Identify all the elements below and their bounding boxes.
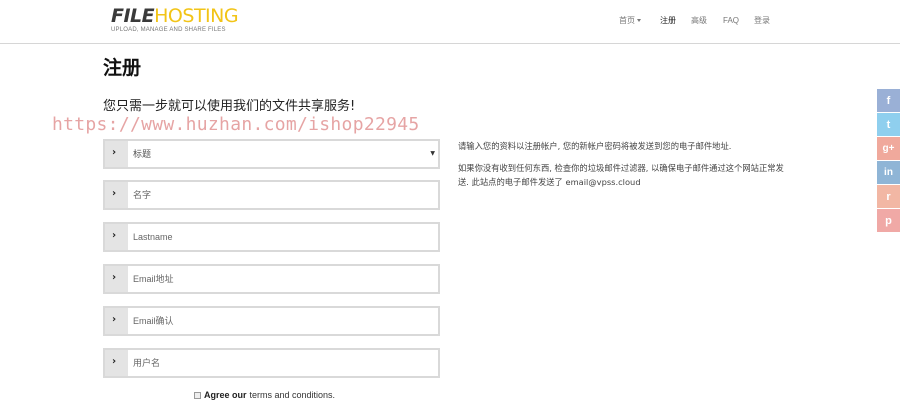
chevron-right-icon: ›: [105, 350, 128, 376]
info-line-1: 请输入您的资料以注册帐户, 您的新帐户密码将被发送到您的电子邮件地址.: [458, 141, 732, 151]
logo-file: FILE: [111, 5, 155, 27]
email-field[interactable]: ›: [103, 264, 440, 294]
facebook-icon[interactable]: f: [877, 89, 900, 112]
title-select-value: 标题: [133, 149, 152, 159]
logo-tagline: UPLOAD, MANAGE AND SHARE FILES: [111, 27, 226, 33]
nav-home[interactable]: 首页: [619, 14, 642, 28]
logo[interactable]: FILEHOSTING UPLOAD, MANAGE AND SHARE FIL…: [111, 5, 239, 33]
first-name-field[interactable]: ›: [103, 180, 440, 210]
google-plus-icon[interactable]: g+: [877, 137, 900, 160]
username-input[interactable]: [133, 353, 433, 373]
last-name-input[interactable]: [133, 227, 433, 247]
chevron-right-icon: ›: [105, 182, 128, 208]
main-nav: 首页 注册 高级 FAQ 登录: [619, 14, 770, 28]
dropdown-caret-icon: ▼: [430, 150, 435, 157]
page-title: 注册: [103, 57, 142, 79]
email-confirm-input[interactable]: [133, 311, 433, 331]
agree-label: Agree our: [204, 390, 247, 400]
pinterest-icon[interactable]: p: [877, 209, 900, 232]
watermark: https://www.huzhan.com/ishop22945: [52, 114, 420, 135]
agree-terms: Agree our terms and conditions.: [194, 390, 335, 400]
logo-hosting: HOSTING: [154, 5, 239, 27]
email-confirm-field[interactable]: ›: [103, 306, 440, 336]
chevron-right-icon: ›: [105, 141, 128, 167]
last-name-field[interactable]: ›: [103, 222, 440, 252]
first-name-input[interactable]: [133, 185, 433, 205]
username-field[interactable]: ›: [103, 348, 440, 378]
info-panel: 请输入您的资料以注册帐户, 您的新帐户密码将被发送到您的电子邮件地址. 如果你没…: [458, 139, 788, 197]
linkedin-icon[interactable]: in: [877, 161, 900, 184]
terms-link[interactable]: terms and conditions.: [250, 390, 336, 400]
email-input[interactable]: [133, 269, 433, 289]
nav-login[interactable]: 登录: [754, 14, 770, 28]
reddit-icon[interactable]: r: [877, 185, 900, 208]
nav-premium[interactable]: 高级: [691, 14, 707, 28]
chevron-down-icon: [637, 19, 641, 23]
social-share-bar: f t g+ in r p: [877, 89, 900, 233]
chevron-right-icon: ›: [105, 266, 128, 292]
agree-checkbox[interactable]: [194, 391, 201, 399]
site-header: FILEHOSTING UPLOAD, MANAGE AND SHARE FIL…: [0, 0, 900, 44]
page-subtitle: 您只需一步就可以使用我们的文件共享服务!: [103, 99, 356, 114]
nav-register[interactable]: 注册: [660, 14, 676, 28]
info-line-2: 如果你没有收到任何东西, 检查你的垃圾邮件过滤器, 以确保电子邮件通过这个网站正…: [458, 163, 784, 187]
chevron-right-icon: ›: [105, 224, 128, 250]
nav-faq[interactable]: FAQ: [723, 14, 739, 28]
twitter-icon[interactable]: t: [877, 113, 900, 136]
chevron-right-icon: ›: [105, 308, 128, 334]
title-select[interactable]: › 标题 ▼: [103, 139, 440, 169]
